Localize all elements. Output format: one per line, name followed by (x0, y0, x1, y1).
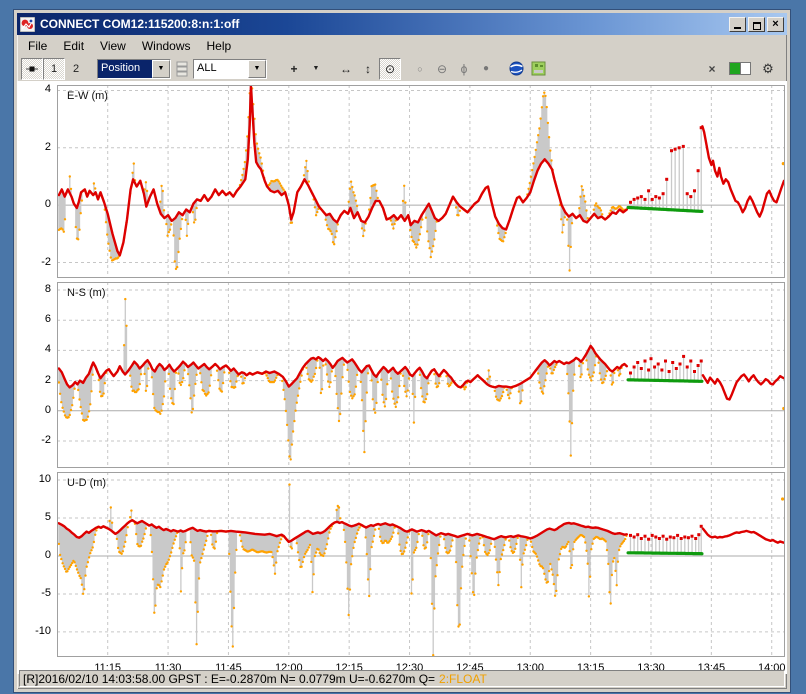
plot-type-value: Position (98, 60, 152, 78)
options-button[interactable]: ⚙ (757, 58, 779, 80)
desktop: { "window": { "title": "CONNECT COM12:11… (0, 0, 806, 694)
y-tick-label: 2 (19, 374, 51, 386)
y-tick-label: 4 (19, 343, 51, 355)
google-earth-button[interactable] (505, 58, 527, 80)
point-style-3-button[interactable]: ϕ (453, 58, 475, 80)
menu-item-windows[interactable]: Windows (134, 37, 199, 55)
minimize-button[interactable] (729, 17, 746, 32)
y-tick-label: -5 (19, 587, 51, 599)
marker-style-button[interactable] (21, 58, 43, 80)
panel-split-icon (176, 61, 188, 77)
panel-ud-chart[interactable]: U-D (m) (57, 472, 785, 657)
y-tick-label: 8 (19, 283, 51, 295)
menu-item-view[interactable]: View (92, 37, 134, 55)
y-tick-label: 5 (19, 511, 51, 523)
menu-bar: FileEditViewWindowsHelp (17, 35, 787, 56)
center-options-button[interactable]: ▼ (305, 58, 327, 80)
panel-ns-label: N-S (m) (67, 287, 106, 299)
y-tick-label: 4 (19, 83, 51, 95)
y-tick-label: 10 (19, 473, 51, 485)
maximize-button[interactable] (748, 17, 765, 32)
plot-type-combo[interactable]: Position ▼ (97, 59, 171, 79)
point-style-2-button[interactable]: ⊖ (431, 58, 453, 80)
solution-1-button[interactable]: 1 (43, 58, 65, 80)
panel-ud-label: U-D (m) (67, 477, 106, 489)
satellite-filter-combo[interactable]: ALL ▼ (193, 59, 267, 79)
y-tick-label: 0 (19, 549, 51, 561)
clear-button[interactable]: × (701, 58, 723, 80)
status-bar: [R]2016/02/10 14:03:58.00 GPST : E=-0.28… (19, 670, 785, 687)
title-bar[interactable]: CONNECT COM12:115200:8:n:1:off × (17, 13, 787, 35)
map-view-icon (531, 61, 546, 76)
map-view-button[interactable] (527, 58, 549, 80)
panel-split-button[interactable] (173, 58, 191, 80)
y-tick-label: -2 (19, 256, 51, 268)
stream-buffer-indicator (729, 62, 751, 75)
status-text: [R]2016/02/10 14:03:58.00 GPST : E=-0.28… (23, 672, 435, 686)
position-plot-area[interactable]: E-W (m) -2 0 2 4 N-S (m) -2 0 2 4 6 8 U-D (m) -10 -5 0 5… (17, 81, 787, 674)
menu-item-help[interactable]: Help (199, 37, 240, 55)
maximize-icon (753, 22, 761, 30)
window-title: CONNECT COM12:115200:8:n:1:off (40, 17, 729, 31)
center-origin-button[interactable]: + (283, 58, 305, 80)
minimize-icon (734, 27, 741, 29)
rtkplot-window: CONNECT COM12:115200:8:n:1:off × FileEdi… (14, 10, 790, 692)
chevron-down-icon[interactable]: ▼ (248, 60, 266, 78)
panel-ew-label: E-W (m) (67, 90, 108, 102)
y-tick-label: -10 (19, 625, 51, 637)
fit-horizontal-button[interactable]: ↔ (335, 58, 357, 80)
y-tick-label: 0 (19, 198, 51, 210)
y-tick-label: -2 (19, 434, 51, 446)
track-center-button[interactable]: ⊙ (379, 58, 401, 80)
toolbar: 1 2 Position ▼ ALL ▼ + ▼ ↔ ↕ ⊙ ○ ⊖ ϕ ● (17, 56, 787, 81)
y-tick-label: 2 (19, 141, 51, 153)
google-earth-icon (509, 61, 524, 76)
marker-line-icon (25, 62, 39, 76)
menu-item-edit[interactable]: Edit (55, 37, 92, 55)
point-style-4-button[interactable]: ● (475, 58, 497, 80)
y-tick-label: 6 (19, 313, 51, 325)
panel-ns-chart[interactable]: N-S (m) (57, 282, 785, 468)
menu-item-file[interactable]: File (20, 37, 55, 55)
chevron-down-icon[interactable]: ▼ (152, 60, 170, 78)
status-quality-badge: 2:FLOAT (439, 672, 487, 686)
panel-ew-chart[interactable]: E-W (m) (57, 85, 785, 278)
solution-2-button[interactable]: 2 (65, 58, 87, 80)
point-style-1-button[interactable]: ○ (409, 58, 431, 80)
stream-buffer-fill (730, 63, 741, 74)
satellite-filter-value: ALL (194, 60, 248, 78)
close-button[interactable]: × (767, 17, 784, 32)
fit-vertical-button[interactable]: ↕ (357, 58, 379, 80)
app-icon (20, 17, 35, 32)
y-tick-label: 0 (19, 404, 51, 416)
